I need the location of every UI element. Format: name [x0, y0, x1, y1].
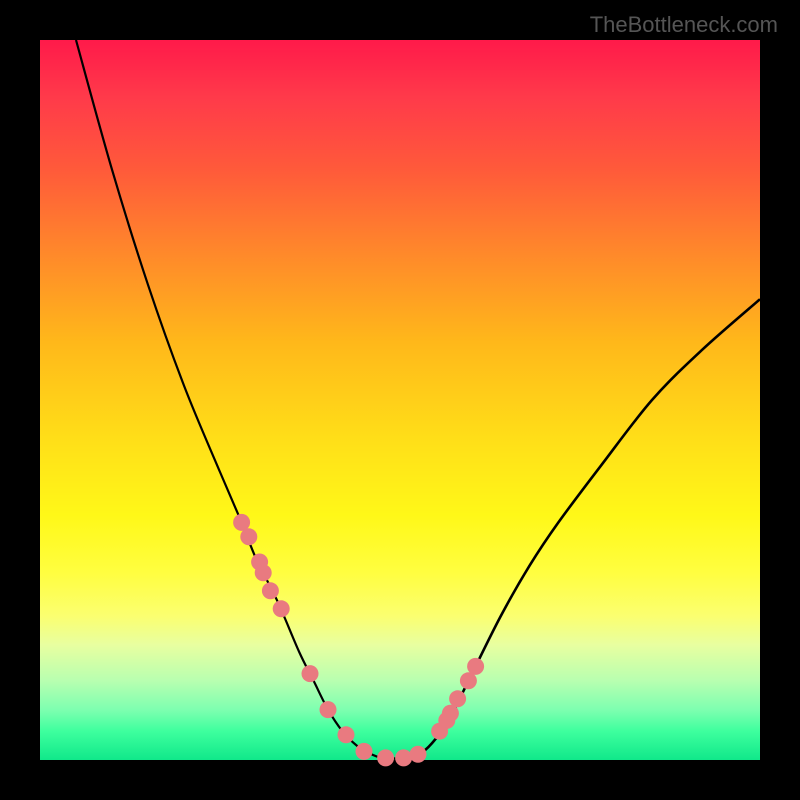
marker-dot	[240, 528, 257, 545]
watermark-text: TheBottleneck.com	[590, 12, 778, 38]
marker-dot	[377, 749, 394, 766]
marker-dot	[255, 564, 272, 581]
marker-dot	[338, 726, 355, 743]
chart-plot-area	[40, 40, 760, 760]
curve-left-branch	[76, 40, 393, 759]
marker-dot	[395, 749, 412, 766]
marker-dot	[233, 514, 250, 531]
marker-dot	[320, 701, 337, 718]
curve-right-branch	[393, 299, 760, 758]
marker-dot	[449, 690, 466, 707]
marker-dot	[410, 746, 427, 763]
marker-dot	[273, 600, 290, 617]
marker-dot	[262, 582, 279, 599]
marker-dot	[467, 658, 484, 675]
marker-dot	[442, 705, 459, 722]
chart-svg	[40, 40, 760, 760]
marker-dot	[460, 672, 477, 689]
marker-dots-group	[233, 514, 484, 766]
marker-dot	[302, 665, 319, 682]
marker-dot	[356, 743, 373, 760]
